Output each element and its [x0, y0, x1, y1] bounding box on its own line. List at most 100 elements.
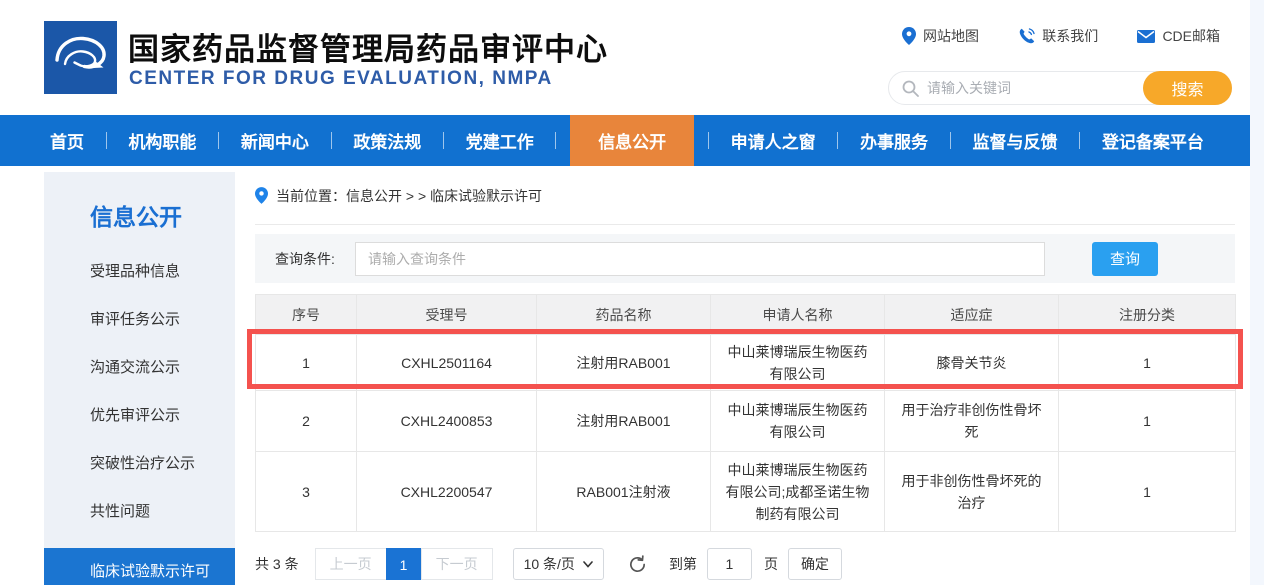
table-header-row: 序号 受理号 药品名称 申请人名称 适应症 注册分类 — [256, 295, 1236, 335]
cell-applicant: 中山莱博瑞辰生物医药有限公司;成都圣诺生物制药有限公司 — [711, 452, 885, 532]
main-content: 当前位置：信息公开 > > 临床试验默示许可 查询条件: 查询 序号 受理号 药… — [255, 172, 1235, 580]
nav-divider — [443, 132, 444, 149]
goto-page-unit: 页 — [764, 554, 778, 574]
query-bar: 查询条件: 查询 — [255, 234, 1235, 283]
cell-registration-class: 1 — [1059, 452, 1236, 532]
sitemap-link[interactable]: 网站地图 — [902, 26, 979, 46]
cell-acceptance-no: CXHL2200547 — [357, 452, 537, 532]
contact-label: 联系我们 — [1042, 26, 1098, 46]
next-page-button[interactable]: 下一页 — [421, 548, 493, 580]
cell-applicant: 中山莱博瑞辰生物医药有限公司 — [711, 335, 885, 391]
query-label: 查询条件: — [275, 249, 355, 269]
phone-icon — [1018, 28, 1035, 45]
nav-item-registration-platform[interactable]: 登记备案平台 — [1094, 115, 1212, 166]
nav-item-news[interactable]: 新闻中心 — [233, 115, 317, 166]
table-row[interactable]: 1 CXHL2501164 注射用RAB001 中山莱博瑞辰生物医药有限公司 膝… — [256, 335, 1236, 391]
cell-registration-class: 1 — [1059, 391, 1236, 452]
nav-divider — [218, 132, 219, 149]
sidebar-item-accepted-varieties[interactable]: 受理品种信息 — [44, 248, 235, 296]
refresh-icon — [628, 555, 647, 574]
nav-divider — [837, 132, 838, 149]
col-header-seq: 序号 — [256, 295, 357, 335]
nav-item-services[interactable]: 办事服务 — [852, 115, 936, 166]
cell-indication: 用于非创伤性骨坏死的治疗 — [885, 452, 1059, 532]
breadcrumb-text: 当前位置：信息公开 > > 临床试验默示许可 — [276, 186, 542, 206]
header: 国家药品监督管理局药品审评中心 CENTER FOR DRUG EVALUATI… — [0, 0, 1264, 115]
sidebar-item-breakthrough-therapy[interactable]: 突破性治疗公示 — [44, 440, 235, 488]
site-search-input[interactable] — [919, 80, 1143, 96]
sidebar-item-review-tasks[interactable]: 审评任务公示 — [44, 296, 235, 344]
contact-link[interactable]: 联系我们 — [1018, 26, 1098, 46]
col-header-indication: 适应症 — [885, 295, 1059, 335]
cell-seq: 3 — [256, 452, 357, 532]
col-header-registration-class: 注册分类 — [1059, 295, 1236, 335]
cell-indication: 用于治疗非创伤性骨坏死 — [885, 391, 1059, 452]
site-search-button[interactable]: 搜索 — [1143, 71, 1232, 105]
nav-item-party-building[interactable]: 党建工作 — [458, 115, 542, 166]
sidebar-item-common-issues[interactable]: 共性问题 — [44, 488, 235, 536]
prev-page-button[interactable]: 上一页 — [315, 548, 387, 580]
query-input[interactable] — [355, 242, 1045, 276]
sidebar-item-communication[interactable]: 沟通交流公示 — [44, 344, 235, 392]
site-title: 国家药品监督管理局药品审评中心 — [128, 24, 608, 69]
cell-drug-name: 注射用RAB001 — [537, 335, 711, 391]
nav-item-functions[interactable]: 机构职能 — [120, 115, 204, 166]
pagination: 共 3 条 上一页 1 下一页 10 条/页 到第 页 确定 — [255, 548, 1235, 580]
sidebar-item-priority-review[interactable]: 优先审评公示 — [44, 392, 235, 440]
nav-divider — [1079, 132, 1080, 149]
goto-page-label: 到第 — [669, 554, 697, 574]
page-scrollbar[interactable] — [1250, 0, 1264, 585]
nav-divider — [708, 132, 709, 149]
cell-acceptance-no: CXHL2400853 — [357, 391, 537, 452]
current-page-button[interactable]: 1 — [386, 548, 422, 580]
main-nav: 首页 机构职能 新闻中心 政策法规 党建工作 信息公开 申请人之窗 办事服务 监… — [0, 115, 1264, 166]
cell-seq: 1 — [256, 335, 357, 391]
nav-divider — [950, 132, 951, 149]
cell-drug-name: RAB001注射液 — [537, 452, 711, 532]
cell-indication: 膝骨关节炎 — [885, 335, 1059, 391]
query-button[interactable]: 查询 — [1092, 242, 1158, 276]
goto-page-input[interactable] — [707, 548, 752, 580]
col-header-drug-name: 药品名称 — [537, 295, 711, 335]
table-row[interactable]: 3 CXHL2200547 RAB001注射液 中山莱博瑞辰生物医药有限公司;成… — [256, 452, 1236, 532]
nav-divider — [555, 132, 556, 149]
header-quick-links: 网站地图 联系我们 CDE邮箱 — [902, 26, 1220, 46]
sidebar-item-clinical-trial-implied-license[interactable]: 临床试验默示许可 — [44, 548, 235, 585]
refresh-button[interactable] — [628, 555, 647, 574]
confirm-button[interactable]: 确定 — [788, 548, 842, 580]
cell-drug-name: 注射用RAB001 — [537, 391, 711, 452]
results-table: 序号 受理号 药品名称 申请人名称 适应症 注册分类 1 CXHL2501164… — [255, 294, 1236, 532]
pagination-total: 共 3 条 — [255, 554, 299, 574]
cde-nmpa-page: 国家药品监督管理局药品审评中心 CENTER FOR DRUG EVALUATI… — [0, 0, 1264, 585]
col-header-applicant: 申请人名称 — [711, 295, 885, 335]
cell-registration-class: 1 — [1059, 335, 1236, 391]
nav-item-home[interactable]: 首页 — [42, 115, 92, 166]
sitemap-label: 网站地图 — [923, 26, 979, 46]
results-table-wrap: 序号 受理号 药品名称 申请人名称 适应症 注册分类 1 CXHL2501164… — [255, 294, 1235, 532]
chevron-down-icon — [583, 561, 593, 568]
sidebar: 信息公开 受理品种信息 审评任务公示 沟通交流公示 优先审评公示 突破性治疗公示… — [44, 172, 235, 585]
search-icon — [902, 80, 919, 97]
page-size-value: 10 条/页 — [524, 554, 575, 574]
nav-item-applicant-window[interactable]: 申请人之窗 — [723, 115, 824, 166]
col-header-acceptance-no: 受理号 — [357, 295, 537, 335]
location-pin-icon — [902, 27, 916, 45]
cde-mail-label: CDE邮箱 — [1162, 26, 1220, 46]
breadcrumb: 当前位置：信息公开 > > 临床试验默示许可 — [255, 172, 1235, 225]
location-pin-icon — [255, 187, 268, 204]
pagination-group: 上一页 1 下一页 — [315, 548, 493, 580]
cde-mail-link[interactable]: CDE邮箱 — [1137, 26, 1220, 46]
cde-logo — [44, 21, 117, 94]
sidebar-title: 信息公开 — [44, 198, 235, 232]
site-search: 搜索 — [888, 71, 1232, 105]
nav-item-info-disclosure[interactable]: 信息公开 — [570, 115, 694, 166]
nav-item-supervision-feedback[interactable]: 监督与反馈 — [965, 115, 1066, 166]
nav-divider — [331, 132, 332, 149]
page-size-select[interactable]: 10 条/页 — [513, 548, 604, 580]
cell-acceptance-no: CXHL2501164 — [357, 335, 537, 391]
table-row[interactable]: 2 CXHL2400853 注射用RAB001 中山莱博瑞辰生物医药有限公司 用… — [256, 391, 1236, 452]
cell-applicant: 中山莱博瑞辰生物医药有限公司 — [711, 391, 885, 452]
nav-item-policies[interactable]: 政策法规 — [345, 115, 429, 166]
site-subtitle: CENTER FOR DRUG EVALUATION, NMPA — [129, 68, 553, 90]
nav-divider — [106, 132, 107, 149]
